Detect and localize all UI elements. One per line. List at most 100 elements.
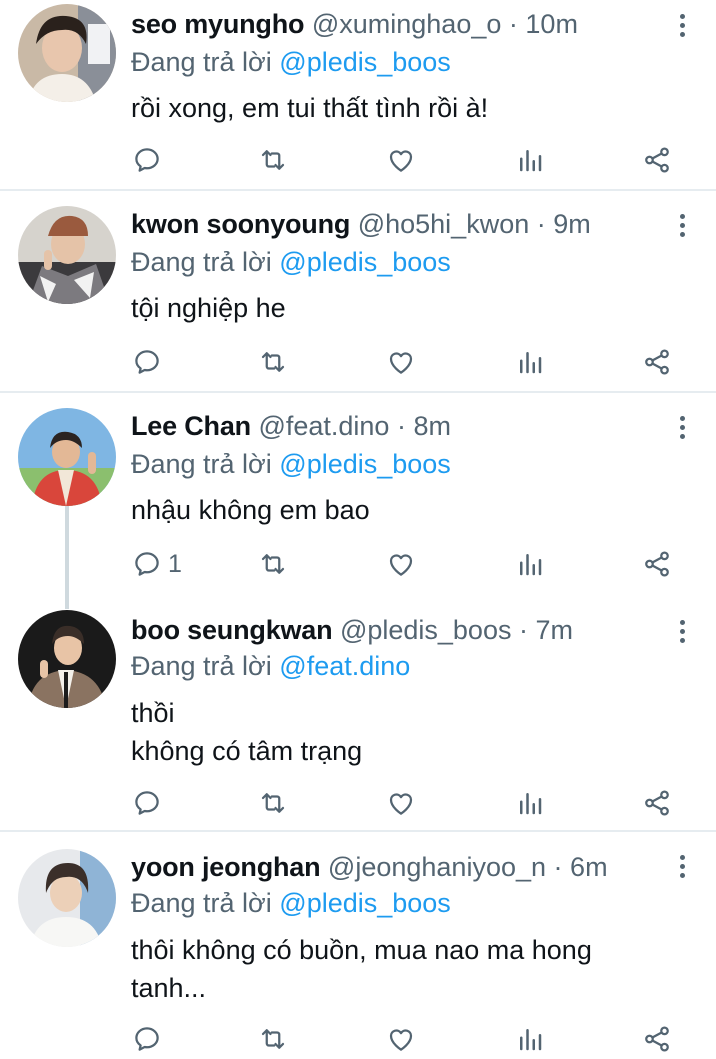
share-icon <box>642 1024 672 1054</box>
tweet[interactable]: seo myungho @xuminghao_o · 10m Đang trả … <box>0 0 716 188</box>
tweet-text-line: không có tâm trạng <box>131 736 363 766</box>
reply-count: 1 <box>168 549 182 578</box>
tweet-text-line: nhậu không em bao <box>131 495 370 525</box>
reply-button[interactable]: 1 <box>132 544 182 584</box>
retweet-button[interactable] <box>258 544 288 584</box>
share-button[interactable] <box>642 140 672 180</box>
tweet[interactable]: yoon jeonghan @jeonghaniyoo_n · 6m Đang … <box>0 845 716 1056</box>
user-handle[interactable]: @ho5hi_kwon <box>358 209 530 239</box>
avatar[interactable] <box>18 206 116 304</box>
analytics-icon <box>515 1024 545 1054</box>
share-button[interactable] <box>642 783 672 823</box>
user-handle[interactable]: @xuminghao_o <box>312 9 502 39</box>
replying-to: Đang trả lời @pledis_boos <box>131 42 451 82</box>
retweet-icon <box>258 1024 288 1054</box>
reply-button[interactable] <box>132 1019 168 1059</box>
tweet[interactable]: boo seungkwan @pledis_boos · 7m Đang trả… <box>0 608 716 830</box>
tweet[interactable]: kwon soonyoung @ho5hi_kwon · 9m Đang trả… <box>0 202 716 390</box>
timestamp[interactable]: 6m <box>570 852 608 882</box>
reply-icon <box>132 145 162 175</box>
reply-icon <box>132 549 162 579</box>
separator: · <box>553 852 563 882</box>
tweet-text: rồi xong, em tui thất tình rồi à! <box>131 89 488 127</box>
heart-icon <box>386 788 416 818</box>
retweet-button[interactable] <box>258 1019 288 1059</box>
analytics-button[interactable] <box>515 140 545 180</box>
tweet-actions <box>0 140 716 180</box>
retweet-button[interactable] <box>258 783 288 823</box>
user-handle[interactable]: @jeonghaniyoo_n <box>328 852 546 882</box>
tweet-text: nhậu không em bao <box>131 491 370 529</box>
tweet-actions <box>0 783 716 823</box>
replying-to: Đang trả lời @pledis_boos <box>131 444 451 484</box>
timestamp[interactable]: 8m <box>413 411 451 441</box>
like-button[interactable] <box>386 544 416 584</box>
mention-link[interactable]: @pledis_boos <box>279 247 451 277</box>
display-name[interactable]: Lee Chan <box>131 411 251 441</box>
share-button[interactable] <box>642 544 672 584</box>
share-icon <box>642 549 672 579</box>
timestamp[interactable]: 7m <box>536 615 574 645</box>
like-button[interactable] <box>386 342 416 382</box>
reply-button[interactable] <box>132 140 168 180</box>
mention-link[interactable]: @pledis_boos <box>279 449 451 479</box>
display-name[interactable]: boo seungkwan <box>131 615 333 645</box>
user-handle[interactable]: @pledis_boos <box>340 615 512 645</box>
analytics-button[interactable] <box>515 342 545 382</box>
more-vertical-icon[interactable] <box>676 214 688 238</box>
more-vertical-icon[interactable] <box>676 416 688 440</box>
separator: · <box>396 411 406 441</box>
mention-link[interactable]: @pledis_boos <box>279 888 451 918</box>
separator: · <box>508 9 518 39</box>
analytics-button[interactable] <box>515 783 545 823</box>
like-button[interactable] <box>386 1019 416 1059</box>
avatar[interactable] <box>18 849 116 947</box>
analytics-icon <box>515 145 545 175</box>
display-name[interactable]: kwon soonyoung <box>131 209 350 239</box>
tweet-header: boo seungkwan @pledis_boos · 7m <box>131 610 573 650</box>
more-vertical-icon[interactable] <box>676 14 688 38</box>
retweet-icon <box>258 145 288 175</box>
retweet-button[interactable] <box>258 342 288 382</box>
replying-to-label: Đang trả lời <box>131 651 272 681</box>
replying-to: Đang trả lời @pledis_boos <box>131 883 451 923</box>
tweet-text-line: rồi xong, em tui thất tình rồi à! <box>131 93 489 123</box>
analytics-icon <box>515 549 545 579</box>
heart-icon <box>386 347 416 377</box>
analytics-button[interactable] <box>515 1019 545 1059</box>
avatar[interactable] <box>18 4 116 102</box>
retweet-icon <box>258 788 288 818</box>
analytics-icon <box>515 347 545 377</box>
analytics-icon <box>515 788 545 818</box>
divider <box>0 189 716 191</box>
like-button[interactable] <box>386 783 416 823</box>
analytics-button[interactable] <box>515 544 545 584</box>
share-icon <box>642 145 672 175</box>
avatar[interactable] <box>18 610 116 708</box>
mention-link[interactable]: @feat.dino <box>279 651 410 681</box>
divider <box>0 830 716 832</box>
retweet-button[interactable] <box>258 140 288 180</box>
reply-button[interactable] <box>132 342 168 382</box>
timestamp[interactable]: 10m <box>525 9 578 39</box>
share-button[interactable] <box>642 342 672 382</box>
more-vertical-icon[interactable] <box>676 620 688 644</box>
avatar[interactable] <box>18 408 116 506</box>
tweet-header: yoon jeonghan @jeonghaniyoo_n · 6m <box>131 847 608 887</box>
tweet-actions: 1 <box>0 544 716 584</box>
user-handle[interactable]: @feat.dino <box>258 411 389 441</box>
share-button[interactable] <box>642 1019 672 1059</box>
tweet-header: kwon soonyoung @ho5hi_kwon · 9m <box>131 204 591 244</box>
separator: · <box>536 209 546 239</box>
tweet-text-line: thôi không có buồn, mua nao ma hong <box>131 935 592 965</box>
more-vertical-icon[interactable] <box>676 855 688 879</box>
like-button[interactable] <box>386 140 416 180</box>
mention-link[interactable]: @pledis_boos <box>279 47 451 77</box>
display-name[interactable]: seo myungho <box>131 9 305 39</box>
timestamp[interactable]: 9m <box>553 209 591 239</box>
replying-to-label: Đang trả lời <box>131 449 272 479</box>
share-icon <box>642 788 672 818</box>
display-name[interactable]: yoon jeonghan <box>131 852 321 882</box>
reply-button[interactable] <box>132 783 168 823</box>
tweet[interactable]: Lee Chan @feat.dino · 8m Đang trả lời @p… <box>0 404 716 609</box>
